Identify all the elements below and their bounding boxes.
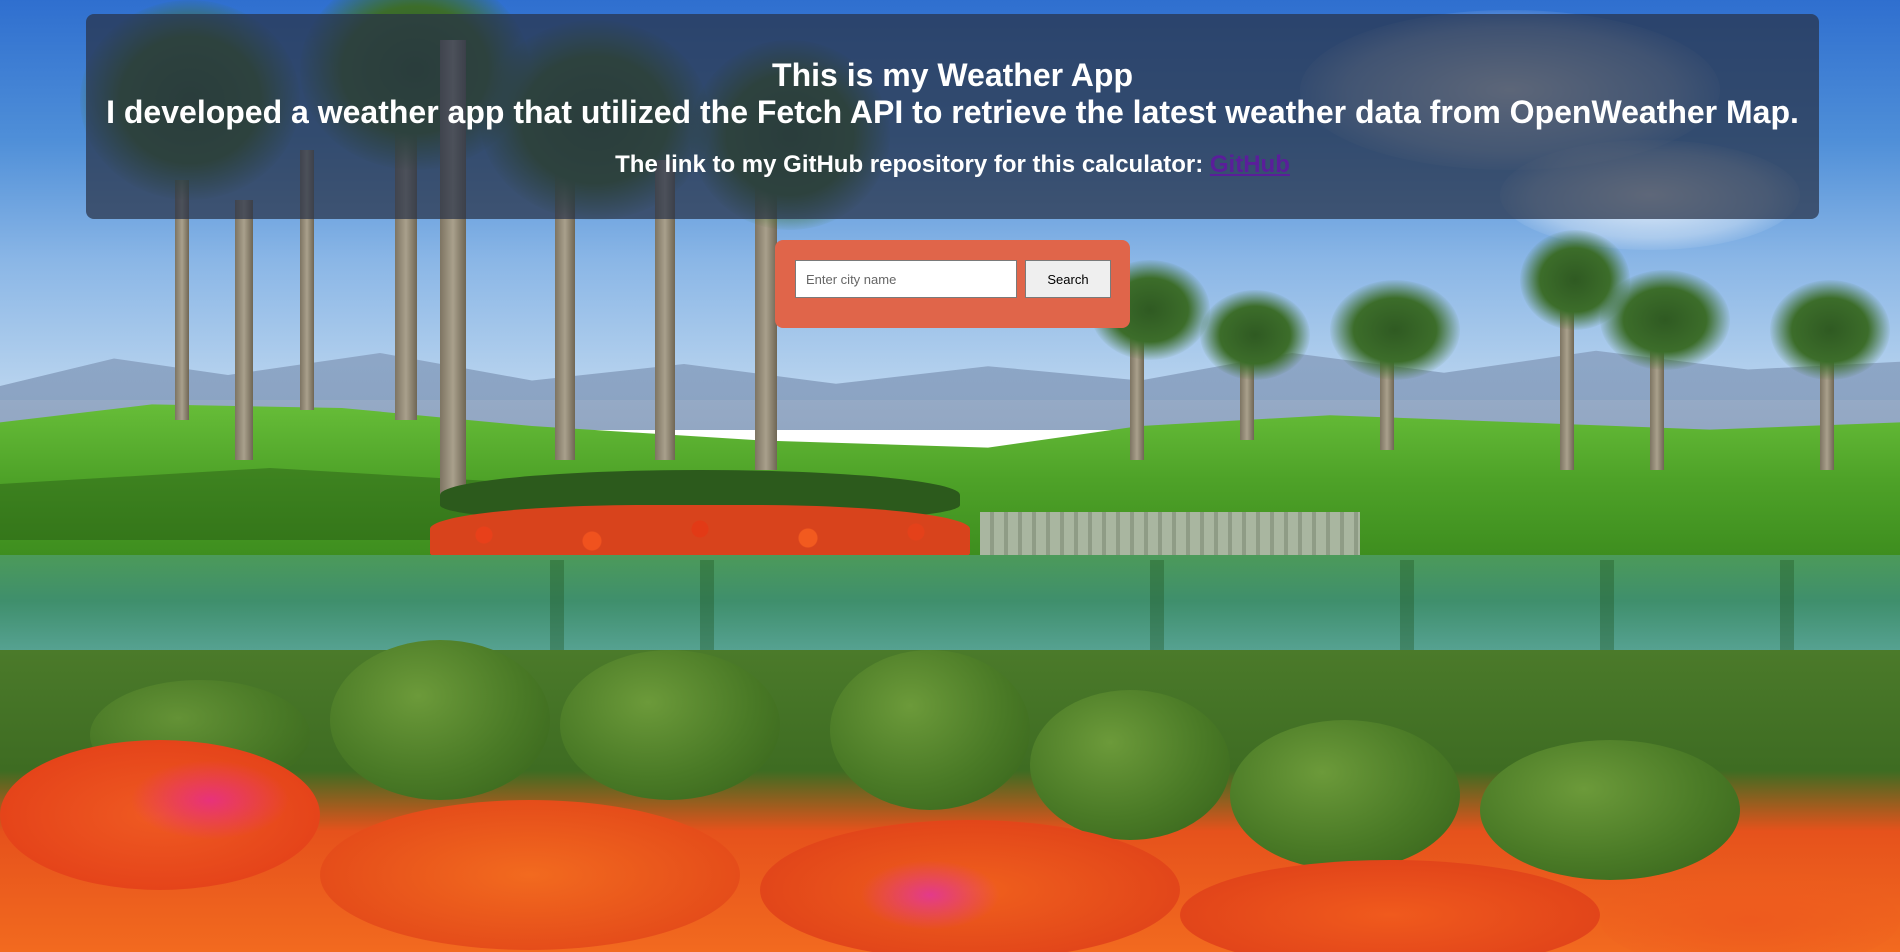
city-search-input[interactable] <box>795 260 1017 298</box>
page-description: I developed a weather app that utilized … <box>106 94 1799 130</box>
page-title: This is my Weather App <box>772 57 1133 93</box>
weather-app-page: This is my Weather App I developed a wea… <box>0 0 1900 952</box>
search-panel: Search <box>775 240 1130 328</box>
github-link[interactable]: GitHub <box>1210 151 1290 178</box>
search-button[interactable]: Search <box>1025 260 1111 298</box>
repo-line: The link to my GitHub repository for thi… <box>86 150 1819 180</box>
app-header: This is my Weather App I developed a wea… <box>86 14 1819 219</box>
repo-text: The link to my GitHub repository for thi… <box>615 151 1204 178</box>
